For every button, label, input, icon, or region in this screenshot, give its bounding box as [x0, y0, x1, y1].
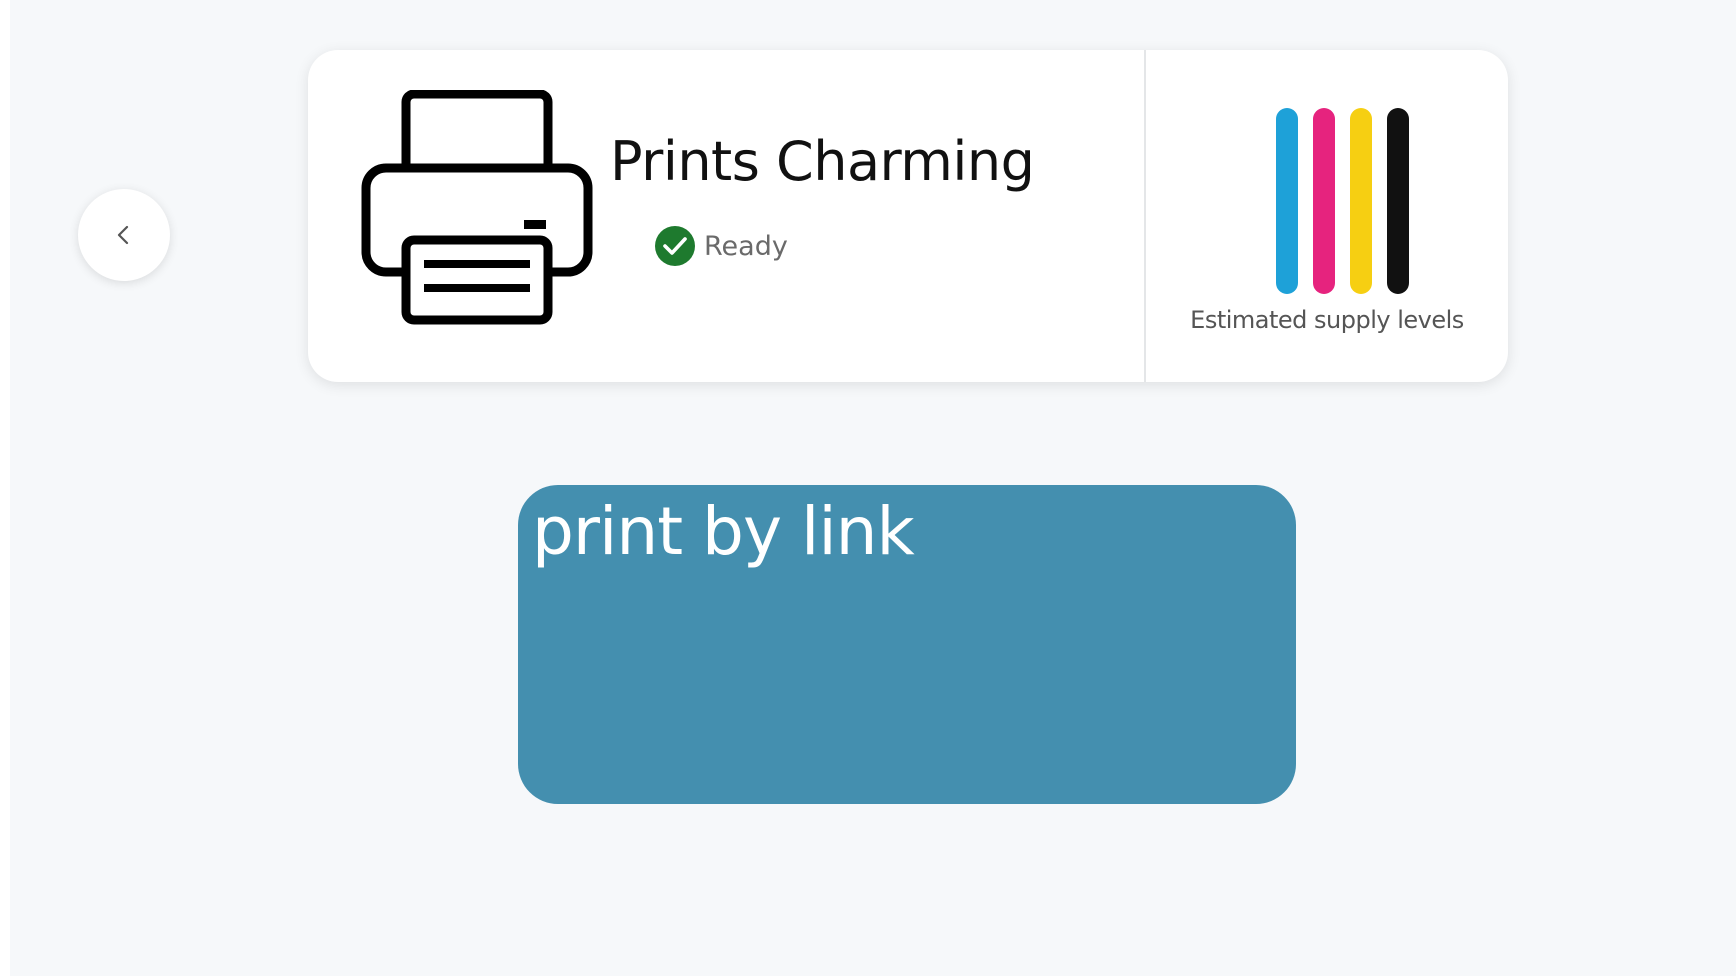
- ink-bar-black: [1387, 108, 1409, 294]
- print-by-link-label: print by link: [532, 493, 915, 570]
- supply-levels-label: Estimated supply levels: [1190, 306, 1464, 334]
- print-by-link-button[interactable]: print by link: [518, 485, 1296, 804]
- left-edge: [0, 0, 10, 976]
- printer-icon: [361, 90, 593, 325]
- chevron-left-icon: [117, 225, 129, 245]
- printer-name: Prints Charming: [610, 130, 1035, 193]
- back-button[interactable]: [78, 189, 170, 281]
- ink-bar-cyan: [1276, 108, 1298, 294]
- status-row: Ready: [654, 225, 788, 267]
- ink-bar-magenta: [1313, 108, 1335, 294]
- ink-bars: [1276, 108, 1412, 294]
- printer-home-screen: Prints Charming Ready Estimated supply l…: [0, 0, 1736, 976]
- supply-levels[interactable]: Estimated supply levels: [1146, 50, 1508, 382]
- status-label: Ready: [704, 230, 788, 262]
- printer-card: Prints Charming Ready Estimated supply l…: [308, 50, 1508, 382]
- check-circle-icon: [655, 226, 695, 266]
- ink-bar-yellow: [1350, 108, 1372, 294]
